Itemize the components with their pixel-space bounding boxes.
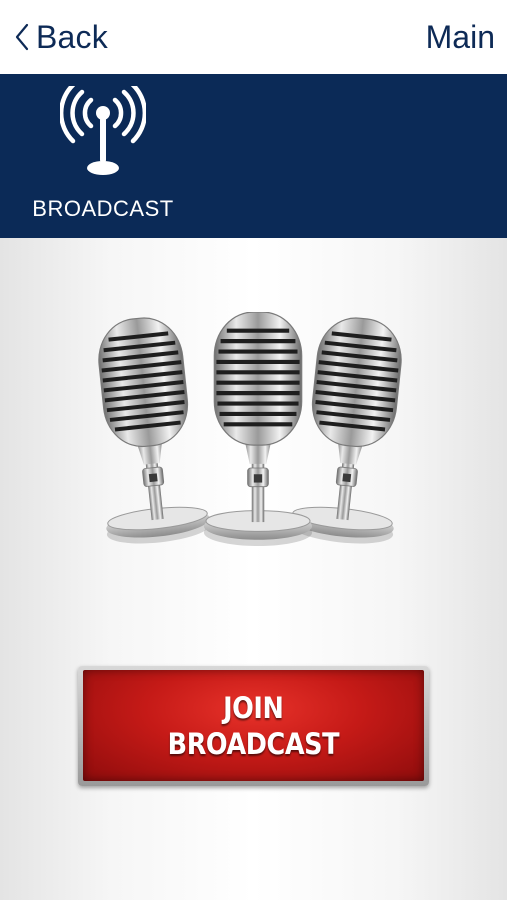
- join-broadcast-line1: JOIN: [223, 690, 284, 725]
- join-broadcast-button[interactable]: JOIN BROADCAST: [78, 666, 429, 786]
- chevron-left-icon: [15, 23, 29, 51]
- broadcast-antenna-icon: [60, 86, 146, 175]
- category-banner: BROADCAST: [0, 74, 507, 238]
- join-broadcast-line2: BROADCAST: [167, 726, 340, 761]
- microphones-illustration: [92, 312, 418, 550]
- join-broadcast-button-face: JOIN BROADCAST: [83, 670, 424, 781]
- back-button[interactable]: Back: [14, 14, 108, 60]
- main-button[interactable]: Main: [426, 14, 495, 60]
- back-button-label: Back: [36, 18, 108, 55]
- main-content: JOIN BROADCAST: [0, 238, 507, 900]
- broadcast-tile[interactable]: BROADCAST: [18, 82, 188, 230]
- navigation-bar: Back Main: [0, 0, 507, 74]
- broadcast-tile-label: BROADCAST: [32, 196, 174, 221]
